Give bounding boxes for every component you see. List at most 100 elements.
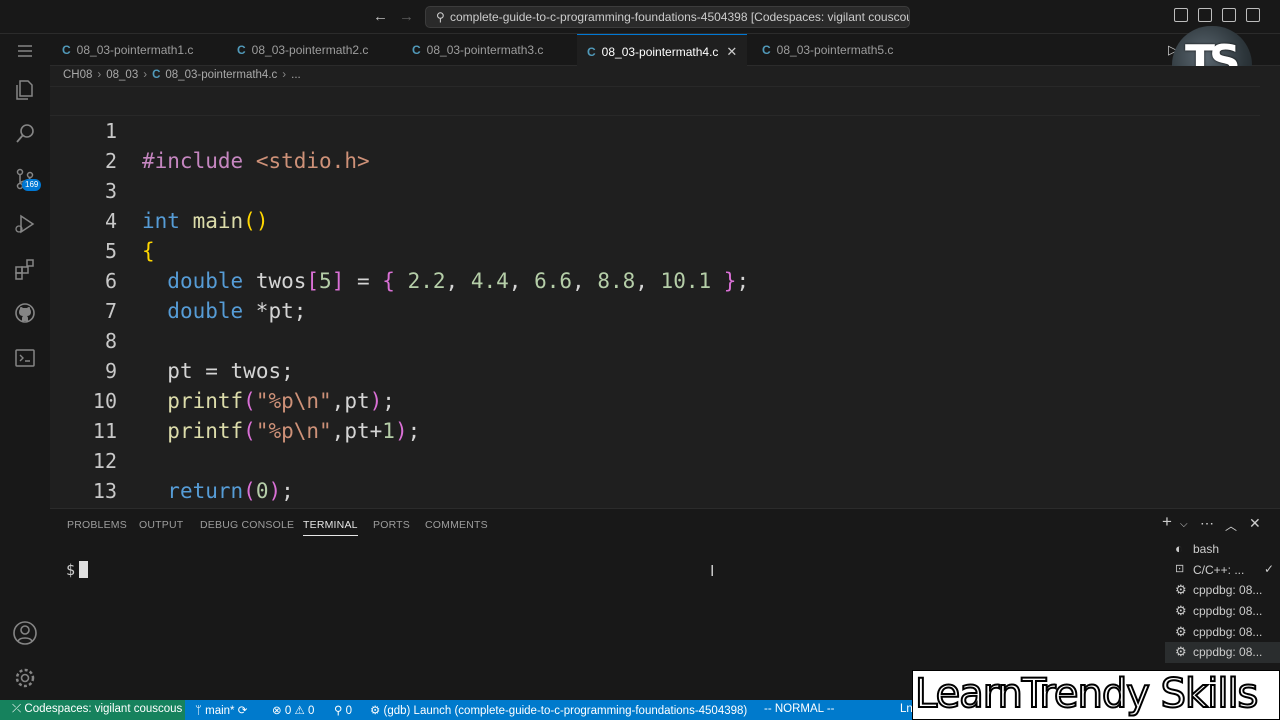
check-icon: ✓	[1263, 561, 1274, 576]
tab-label: 08_03-pointermath2.c	[251, 43, 369, 57]
c-file-icon: C	[762, 43, 771, 57]
code-line[interactable]: 9 printf("%p\n",pt);	[50, 326, 1280, 413]
layout-controls	[1170, 8, 1280, 26]
debug-gear-icon: ⚙	[1175, 603, 1187, 619]
branch-indicator[interactable]: ᛘ main* ⟳	[195, 703, 247, 717]
tab-terminal[interactable]: TERMINAL	[303, 519, 358, 536]
editor-tabs: C 08_03-pointermath1.c C 08_03-pointermath…	[50, 34, 1280, 66]
toggle-secondary-sidebar-icon[interactable]	[1222, 8, 1236, 22]
remote-label: Codespaces: vigilant couscous	[24, 703, 183, 715]
code-line[interactable]: 6 double *pt;	[50, 236, 1280, 323]
tab-problems[interactable]: PROBLEMS	[67, 519, 127, 531]
mouse-ibeam-cursor: I	[710, 563, 715, 580]
tab-label: 08_03-pointermath1.c	[76, 43, 194, 57]
terminal-label: C/C++: ...	[1193, 562, 1245, 577]
debug-gear-icon: ⚙	[1175, 582, 1187, 598]
c-file-icon: C	[237, 43, 246, 57]
title-bar: ← → ⚲ complete-guide-to-c-programming-fou…	[0, 0, 1280, 34]
terminal-item-bash[interactable]: ◐ bash	[1165, 539, 1280, 560]
close-panel-icon[interactable]: ✕	[1249, 515, 1261, 532]
more-actions-icon[interactable]: ⋯	[1200, 515, 1214, 532]
source-control-icon[interactable]: 169	[0, 159, 50, 199]
terminal-item-cpp-task[interactable]: ⊡ C/C++: ... ✓	[1165, 560, 1280, 581]
command-center-search[interactable]: ⚲ complete-guide-to-c-programming-foundat…	[425, 6, 910, 28]
terminal-prompt[interactable]: $	[66, 561, 89, 579]
chevron-down-icon[interactable]: ⌵	[1180, 519, 1188, 530]
code-line[interactable]: 10 printf("%p\n",pt+1);	[50, 356, 1280, 443]
close-tab-icon[interactable]: ✕	[726, 44, 737, 59]
terminal-label: cppdbg: 08...	[1193, 624, 1263, 639]
breadcrumb-file[interactable]: 08_03-pointermath4.c	[165, 69, 277, 81]
source-control-badge: 169	[22, 179, 42, 191]
terminal-item-cppdbg[interactable]: ⚙ cppdbg: 08...	[1165, 642, 1280, 664]
code-line[interactable]: 4 {	[50, 176, 1280, 263]
terminal-label: bash	[1193, 542, 1220, 556]
error-icon: ⊗	[272, 705, 282, 717]
code-line[interactable]: 13 }	[50, 446, 1280, 533]
cursor-position[interactable]: Ln	[900, 703, 913, 715]
toggle-panel-icon[interactable]	[1198, 8, 1212, 22]
code-line[interactable]: 3 int main()	[50, 146, 1280, 233]
tab-debug-console[interactable]: DEBUG CONSOLE	[200, 519, 294, 531]
github-icon[interactable]	[0, 293, 50, 333]
menu-icon[interactable]	[0, 34, 50, 74]
extensions-icon[interactable]	[0, 249, 50, 289]
tab-label: 08_03-pointermath3.c	[426, 43, 544, 57]
terminal-item-cppdbg[interactable]: ⚙ cppdbg: 08...	[1165, 622, 1280, 643]
tab-pointermath3[interactable]: C 08_03-pointermath3.c	[412, 34, 582, 66]
c-file-icon: C	[62, 43, 71, 57]
watermark-text: LearnTrendy Skills	[914, 670, 1259, 718]
c-file-icon: C	[587, 45, 596, 59]
tab-output[interactable]: OUTPUT	[139, 519, 183, 531]
tab-comments[interactable]: COMMENTS	[425, 519, 488, 531]
new-terminal-icon[interactable]: +	[1162, 512, 1172, 532]
terminal-item-cppdbg[interactable]: ⚙ cppdbg: 08...	[1165, 580, 1280, 601]
account-icon[interactable]	[0, 612, 50, 652]
problems-indicator[interactable]: ⊗ 0 ⚠ 0	[272, 703, 314, 717]
tab-ports[interactable]: PORTS	[373, 519, 410, 531]
warning-count: 0	[307, 705, 315, 717]
remote-indicator[interactable]: ⤫ Codespaces: vigilant couscous	[0, 700, 185, 720]
breadcrumb-folder-ch08[interactable]: CH08	[63, 69, 92, 81]
tab-pointermath1[interactable]: C 08_03-pointermath1.c	[62, 34, 232, 66]
code-line[interactable]: 7	[50, 266, 1280, 323]
manage-gear-icon[interactable]	[0, 658, 50, 698]
tab-pointermath4[interactable]: C 08_03-pointermath4.c ✕	[577, 34, 747, 66]
code-line[interactable]: 14	[50, 476, 1280, 533]
search-icon[interactable]	[0, 114, 50, 154]
debug-gear-icon: ⚙	[1175, 623, 1187, 639]
command-center-label: complete-guide-to-c-programming-foundati…	[450, 10, 910, 24]
code-editor[interactable]: 1 #include <stdio.h> 2 3 int main() 4 { …	[50, 86, 1280, 533]
code-line[interactable]: 5 double twos[5] = { 2.2, 4.4, 6.6, 8.8,…	[50, 206, 1280, 293]
back-arrow-icon[interactable]: ←	[373, 8, 388, 25]
code-line[interactable]: 1 #include <stdio.h>	[50, 86, 1280, 173]
c-file-icon: C	[152, 69, 161, 81]
c-file-icon: C	[412, 43, 421, 57]
branch-icon: ᛘ	[195, 705, 202, 717]
explorer-icon[interactable]	[0, 70, 50, 110]
forward-arrow-icon[interactable]: →	[399, 8, 414, 25]
remote-explorer-icon[interactable]	[0, 338, 50, 378]
terminal-label: cppdbg: 08...	[1193, 604, 1263, 619]
code-line[interactable]: 8 pt = twos;	[50, 296, 1280, 383]
breadcrumb: CH08 › 08_03 › C 08_03-pointermath4.c ›...	[50, 66, 1280, 86]
debug-launch-indicator[interactable]: ⚙ (gdb) Launch (complete-guide-to-c-prog…	[370, 703, 747, 717]
terminal-icon: ⊡	[1175, 562, 1185, 575]
terminal-item-cppdbg[interactable]: ⚙ cppdbg: 08...	[1165, 601, 1280, 622]
remote-icon: ⤫	[12, 703, 22, 715]
code-line[interactable]: 2	[50, 116, 1280, 173]
run-debug-icon[interactable]	[0, 204, 50, 244]
breadcrumb-symbols[interactable]: ...	[291, 69, 301, 81]
ports-indicator[interactable]: ⚲ 0	[334, 703, 352, 717]
activity-bar: 169	[0, 34, 50, 700]
code-line[interactable]: 12 return(0);	[50, 416, 1280, 503]
toggle-primary-sidebar-icon[interactable]	[1174, 8, 1188, 22]
tab-pointermath5[interactable]: C 08_03-pointermath5.c	[762, 34, 932, 66]
debug-icon: ⚙	[370, 705, 381, 717]
launch-label: (gdb) Launch (complete-guide-to-c-progra…	[383, 705, 748, 717]
tab-pointermath2[interactable]: C 08_03-pointermath2.c	[237, 34, 407, 66]
breadcrumb-folder-08-03[interactable]: 08_03	[106, 69, 138, 81]
maximize-panel-icon[interactable]: ︿	[1225, 517, 1237, 534]
customize-layout-icon[interactable]	[1246, 8, 1260, 22]
code-line[interactable]: 11	[50, 386, 1280, 443]
